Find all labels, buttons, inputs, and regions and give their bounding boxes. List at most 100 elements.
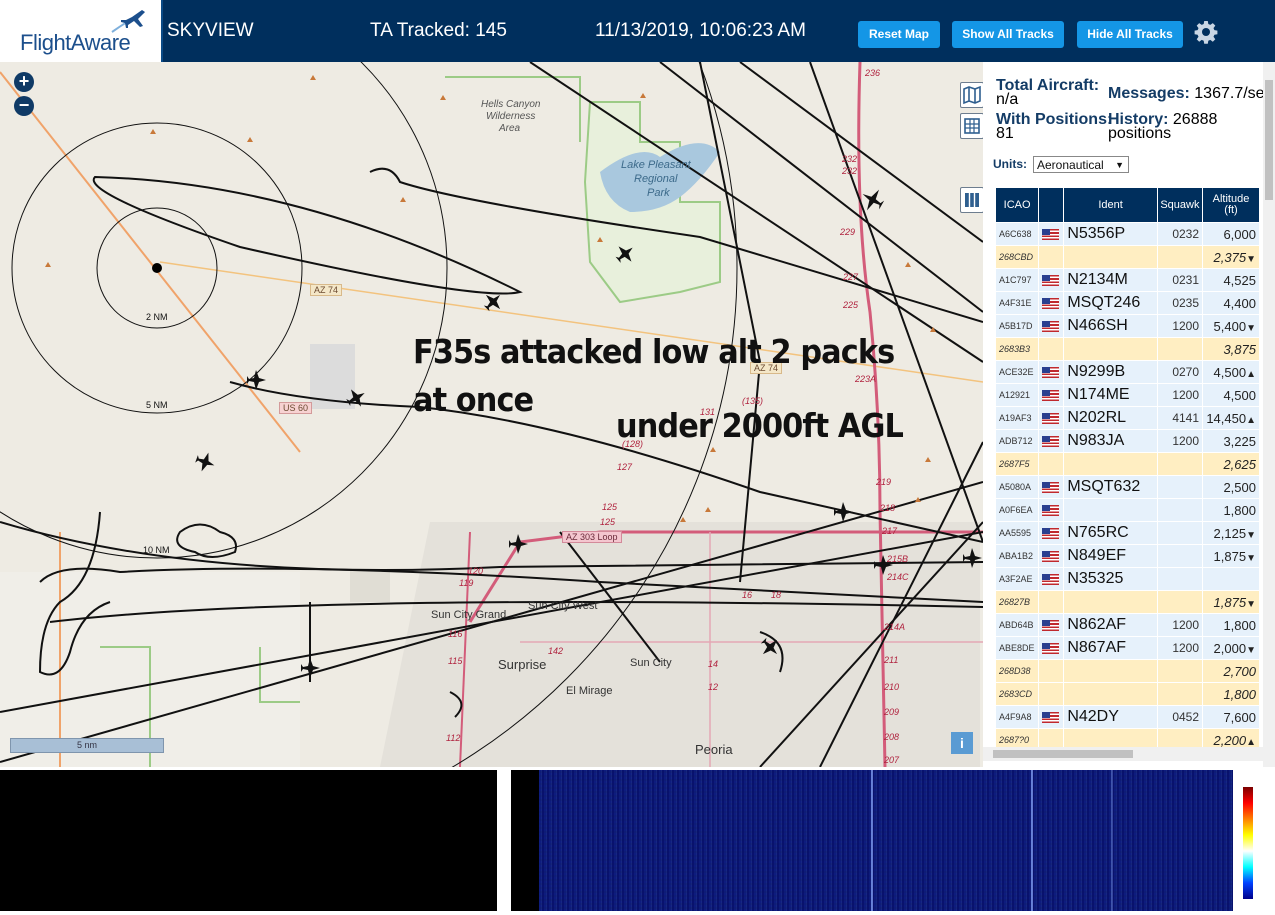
waterfall-signal-line xyxy=(871,770,873,911)
gear-icon[interactable] xyxy=(1194,20,1218,44)
table-row[interactable]: 268D38 2,700 xyxy=(994,659,1260,683)
cell-icao: ABE8DE xyxy=(994,636,1040,660)
map-view[interactable]: Hells Canyon Wilderness Area Lake Pleasa… xyxy=(0,62,983,767)
table-row[interactable]: 2683CD 1,800 xyxy=(994,682,1260,706)
table-row[interactable]: A4F31E MSQT246 0235 4,400 xyxy=(994,291,1260,315)
table-row[interactable]: A1C797 N2134M 0231 4,525 xyxy=(994,268,1260,292)
top-bar: FlightAware SKYVIEW TA Tracked: 145 11/1… xyxy=(0,0,1275,62)
annotation-line-3: under 2000ft AGL xyxy=(616,406,904,445)
table-row[interactable]: ADB712 N983JA 1200 3,225 xyxy=(994,429,1260,453)
aircraft-table-header: ICAO Ident Squawk Altitude (ft) xyxy=(994,187,1260,223)
table-row[interactable]: ACE32E N9299B 0270 4,500▲ xyxy=(994,360,1260,384)
altitude-value: 2,125 xyxy=(1213,525,1247,541)
column-header-ident[interactable]: Ident xyxy=(1063,187,1158,223)
route-number: 211 xyxy=(884,655,899,665)
altitude-value: 2,200 xyxy=(1213,732,1247,748)
scrollbar-thumb[interactable] xyxy=(1265,80,1273,200)
sidebar-vertical-scrollbar[interactable] xyxy=(1263,62,1275,767)
app-name: SKYVIEW xyxy=(167,20,254,41)
route-number: 214A xyxy=(884,622,906,632)
cell-squawk xyxy=(1156,659,1204,683)
table-row[interactable]: 2687F5 2,625 xyxy=(994,452,1260,476)
cell-icao: 2687F5 xyxy=(994,452,1040,476)
columns-icon[interactable] xyxy=(960,187,983,213)
column-header-altitude[interactable]: Altitude (ft) xyxy=(1202,187,1260,223)
zoom-in-icon[interactable]: + xyxy=(14,72,34,92)
cell-icao: A4F9A8 xyxy=(994,705,1040,729)
table-row[interactable]: ABD64B N862AF 1200 1,800 xyxy=(994,613,1260,637)
zoom-out-icon[interactable]: − xyxy=(14,96,34,116)
cell-squawk: 1200 xyxy=(1156,636,1204,660)
cell-flag xyxy=(1038,360,1065,384)
table-row[interactable]: A5080A MSQT632 2,500 xyxy=(994,475,1260,499)
route-number: 225 xyxy=(843,300,859,310)
map-layer-icon[interactable] xyxy=(960,82,983,108)
table-row[interactable]: A0F6EA 1,800 xyxy=(994,498,1260,522)
route-number: 232 xyxy=(842,166,858,176)
table-row[interactable]: A12921 N174ME 1200 4,500 xyxy=(994,383,1260,407)
cell-icao: ADB712 xyxy=(994,429,1040,453)
cell-altitude: 2,700 xyxy=(1202,659,1260,683)
column-header-flag[interactable] xyxy=(1038,187,1065,223)
reset-map-button[interactable]: Reset Map xyxy=(858,21,940,48)
map-label: Sun City Grand xyxy=(431,609,507,621)
table-row[interactable]: A6C638 N5356P 0232 6,000 xyxy=(994,222,1260,246)
cell-icao: 26827B xyxy=(994,590,1040,614)
table-row[interactable]: 268CBD 2,375▼ xyxy=(994,245,1260,269)
cell-squawk: 1200 xyxy=(1156,613,1204,637)
column-header-icao[interactable]: ICAO xyxy=(994,187,1040,223)
altitude-value: 2,500 xyxy=(1223,479,1256,495)
table-row[interactable]: ABE8DE N867AF 1200 2,000▼ xyxy=(994,636,1260,660)
cell-ident: N202RL xyxy=(1063,406,1158,430)
hide-all-tracks-button[interactable]: Hide All Tracks xyxy=(1077,21,1183,48)
show-all-tracks-button[interactable]: Show All Tracks xyxy=(952,21,1064,48)
altitude-trend: ▼ xyxy=(1246,598,1256,610)
units-label: Units: xyxy=(993,157,1027,171)
cell-flag xyxy=(1038,498,1065,522)
logo-text: FlightAware xyxy=(20,30,131,55)
flightaware-logo[interactable]: FlightAware xyxy=(0,0,163,62)
altitude-value: 6,000 xyxy=(1223,226,1256,242)
route-number: 125 xyxy=(602,502,618,512)
table-row[interactable]: A19AF3 N202RL 4141 14,450▲ xyxy=(994,406,1260,430)
cell-altitude: 14,450▲ xyxy=(1202,406,1260,430)
cell-flag xyxy=(1038,636,1065,660)
altitude-trend: ▲ xyxy=(1246,414,1256,426)
map-label: Sun City xyxy=(630,657,672,669)
cell-flag xyxy=(1038,544,1065,568)
altitude-trend: ▼ xyxy=(1246,644,1256,656)
cell-altitude: 1,800 xyxy=(1202,682,1260,706)
grid-icon[interactable] xyxy=(960,113,983,139)
cell-flag xyxy=(1038,475,1065,499)
messages-stat: Messages: 1367.7/sec xyxy=(1108,86,1273,102)
table-row[interactable]: A3F2AE N35325 xyxy=(994,567,1260,591)
table-row[interactable]: 2683B3 3,875 xyxy=(994,337,1260,361)
cell-ident xyxy=(1063,452,1158,476)
info-icon[interactable]: i xyxy=(951,732,973,754)
cell-flag xyxy=(1038,567,1065,591)
table-row[interactable]: A5B17D N466SH 1200 5,400▼ xyxy=(994,314,1260,338)
route-number: 236 xyxy=(865,68,881,78)
table-row[interactable]: ABA1B2 N849EF 1,875▼ xyxy=(994,544,1260,568)
cell-icao: A12921 xyxy=(994,383,1040,407)
scrollbar-thumb[interactable] xyxy=(993,750,1133,758)
us-flag-icon xyxy=(1042,711,1060,723)
cell-ident: N174ME xyxy=(1063,383,1158,407)
scale-bar: 5 nm xyxy=(10,738,164,753)
units-select[interactable]: Aeronautical ▼ xyxy=(1033,156,1129,173)
table-row[interactable]: A4F9A8 N42DY 0452 7,600 xyxy=(994,705,1260,729)
cell-flag xyxy=(1038,337,1065,361)
us-flag-icon xyxy=(1042,412,1060,424)
sidebar-horizontal-scrollbar[interactable] xyxy=(983,747,1263,761)
cell-ident: N2134M xyxy=(1063,268,1158,292)
table-row[interactable]: AA5595 N765RC 2,125▼ xyxy=(994,521,1260,545)
column-header-squawk[interactable]: Squawk xyxy=(1156,187,1204,223)
table-row[interactable]: 26827B 1,875▼ xyxy=(994,590,1260,614)
units-select-value: Aeronautical xyxy=(1037,158,1104,172)
cell-altitude: 2,625 xyxy=(1202,452,1260,476)
route-number: 217 xyxy=(882,526,898,536)
cell-ident: N983JA xyxy=(1063,429,1158,453)
cell-flag xyxy=(1038,521,1065,545)
altitude-value: 1,800 xyxy=(1223,617,1256,633)
route-number: 223A xyxy=(855,374,877,384)
